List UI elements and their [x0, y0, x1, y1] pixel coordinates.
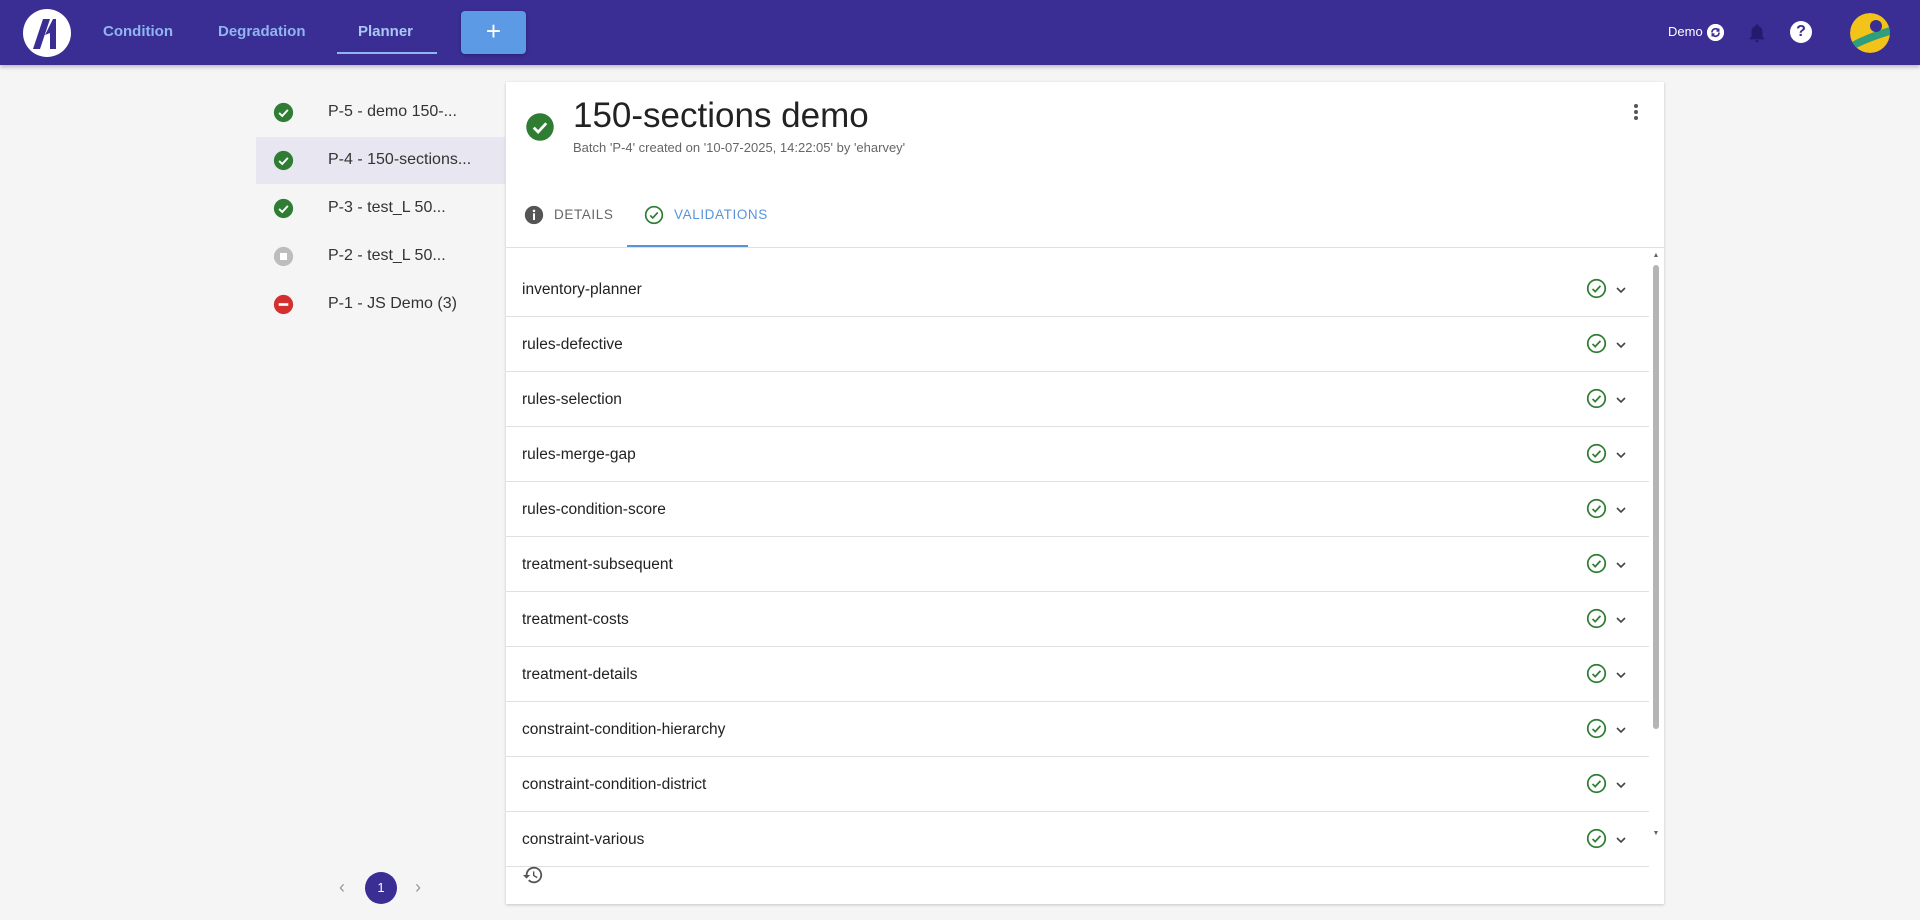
scrollbar-thumb[interactable]	[1653, 265, 1659, 729]
chevron-down-icon[interactable]	[1613, 777, 1629, 793]
check-circle-outline-icon	[1586, 498, 1607, 519]
validation-row[interactable]: treatment-subsequent	[506, 537, 1649, 592]
check-circle-outline-icon	[1586, 608, 1607, 629]
validation-row[interactable]: rules-condition-score	[506, 482, 1649, 537]
check-circle-icon	[273, 198, 294, 219]
chevron-down-icon[interactable]	[1613, 502, 1629, 518]
add-button[interactable]: +	[461, 11, 526, 54]
validation-name: inventory-planner	[522, 281, 642, 298]
chevron-down-icon[interactable]	[1613, 612, 1629, 628]
chevron-down-icon[interactable]	[1613, 447, 1629, 463]
check-circle-outline-icon	[1586, 443, 1607, 464]
check-circle-outline-icon	[1586, 773, 1607, 794]
page-title: 150-sections demo	[573, 96, 869, 135]
stop-circle-icon	[273, 246, 294, 267]
batch-detail-card: 150-sections demo Batch 'P-4' created on…	[506, 82, 1664, 904]
app-logo[interactable]	[23, 9, 71, 57]
more-options-icon[interactable]	[1629, 102, 1643, 126]
pagination-next-button[interactable]: ›	[410, 878, 426, 896]
batch-list-item[interactable]: P-1 - JS Demo (3)	[256, 281, 505, 328]
validation-name: constraint-condition-hierarchy	[522, 721, 726, 738]
active-tab-indicator	[337, 52, 437, 54]
history-icon[interactable]	[522, 864, 544, 886]
check-circle-icon	[526, 113, 554, 141]
scroll-down-arrow[interactable]: ▼	[1652, 830, 1660, 838]
pagination-page-button[interactable]: 1	[365, 872, 397, 904]
scroll-up-arrow[interactable]: ▲	[1652, 252, 1660, 260]
top-app-bar: Condition Degradation Planner + Demo ?	[0, 0, 1920, 65]
check-circle-outline-icon	[1586, 278, 1607, 299]
sync-icon[interactable]	[1707, 24, 1724, 41]
tab-label: DETAILS	[554, 207, 614, 222]
info-icon	[524, 205, 544, 225]
tab-label: VALIDATIONS	[674, 207, 768, 222]
tab-details[interactable]: DETAILS	[506, 182, 626, 248]
chevron-down-icon[interactable]	[1613, 667, 1629, 683]
check-circle-outline-icon	[1586, 553, 1607, 574]
chevron-down-icon[interactable]	[1613, 557, 1629, 573]
validation-name: treatment-subsequent	[522, 556, 673, 573]
batch-list-item-selected[interactable]: P-4 - 150-sections...	[256, 137, 505, 184]
validation-row[interactable]: treatment-details	[506, 647, 1649, 702]
nav-tab-condition[interactable]: Condition	[103, 0, 173, 65]
batch-list-item[interactable]: P-5 - demo 150-...	[256, 89, 505, 136]
batch-label: P-5 - demo 150-...	[328, 103, 457, 120]
chevron-down-icon[interactable]	[1613, 282, 1629, 298]
chevron-down-icon[interactable]	[1613, 722, 1629, 738]
batch-list-item[interactable]: P-3 - test_L 50...	[256, 185, 505, 232]
check-circle-icon	[273, 150, 294, 171]
check-circle-outline-icon	[1586, 663, 1607, 684]
batch-label: P-2 - test_L 50...	[328, 247, 446, 264]
check-circle-outline-icon	[1586, 718, 1607, 739]
validation-row[interactable]: treatment-costs	[506, 592, 1649, 647]
notifications-bell-icon[interactable]	[1746, 22, 1768, 44]
check-circle-outline-icon	[1586, 828, 1607, 849]
chevron-down-icon[interactable]	[1613, 832, 1629, 848]
user-avatar[interactable]	[1850, 13, 1890, 53]
batch-label: P-4 - 150-sections...	[328, 151, 472, 168]
validation-name: treatment-details	[522, 666, 638, 683]
check-circle-outline-icon	[1586, 388, 1607, 409]
batch-label: P-3 - test_L 50...	[328, 199, 446, 216]
validation-row[interactable]: rules-selection	[506, 372, 1649, 427]
check-circle-icon	[273, 102, 294, 123]
error-minus-circle-icon	[273, 294, 294, 315]
check-circle-outline-icon	[1586, 333, 1607, 354]
check-circle-outline-icon	[644, 205, 664, 225]
batch-list-item[interactable]: P-2 - test_L 50...	[256, 233, 505, 280]
tab-validations[interactable]: VALIDATIONS	[626, 182, 767, 248]
batch-subtitle: Batch 'P-4' created on '10-07-2025, 14:2…	[573, 140, 906, 155]
validation-name: rules-merge-gap	[522, 446, 636, 463]
validation-name: treatment-costs	[522, 611, 629, 628]
validation-name: constraint-condition-district	[522, 776, 707, 793]
validation-name: rules-condition-score	[522, 501, 666, 518]
validation-row[interactable]: constraint-condition-district	[506, 757, 1649, 812]
help-icon[interactable]: ?	[1790, 21, 1812, 43]
environment-label: Demo	[1668, 24, 1703, 39]
batch-label: P-1 - JS Demo (3)	[328, 295, 457, 312]
validation-row[interactable]: constraint-various	[506, 812, 1649, 867]
divider	[506, 247, 1664, 248]
validation-row[interactable]: rules-defective	[506, 317, 1649, 372]
validation-row[interactable]: inventory-planner	[506, 262, 1649, 317]
chevron-down-icon[interactable]	[1613, 337, 1629, 353]
nav-tab-planner[interactable]: Planner	[358, 0, 413, 65]
chevron-down-icon[interactable]	[1613, 392, 1629, 408]
validation-row[interactable]: rules-merge-gap	[506, 427, 1649, 482]
validation-name: rules-selection	[522, 391, 622, 408]
validation-name: rules-defective	[522, 336, 623, 353]
nav-tab-degradation[interactable]: Degradation	[218, 0, 306, 65]
pagination-prev-button[interactable]: ‹	[334, 878, 350, 896]
validation-name: constraint-various	[522, 831, 645, 848]
validation-row[interactable]: constraint-condition-hierarchy	[506, 702, 1649, 757]
